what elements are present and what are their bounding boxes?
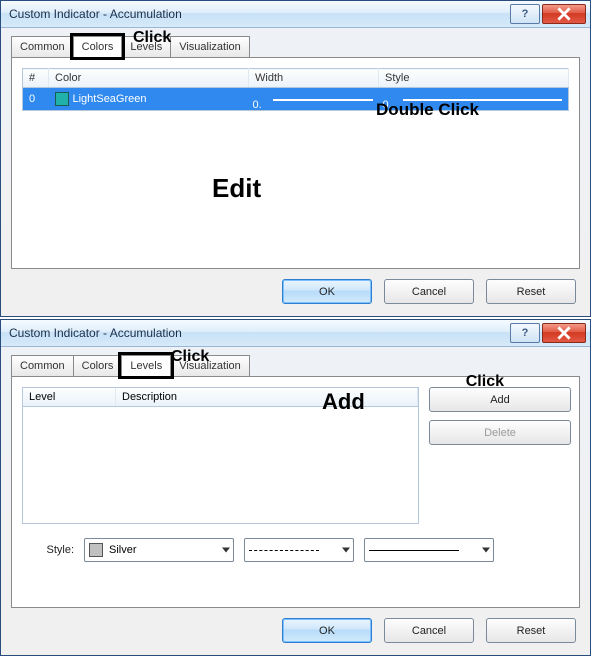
cell-width: 0. <box>249 88 379 111</box>
delete-button[interactable]: Delete <box>429 420 571 445</box>
side-buttons: Add Delete <box>429 387 569 524</box>
chevron-down-icon <box>342 548 350 553</box>
titlebar[interactable]: Custom Indicator - Accumulation ? <box>1 320 590 347</box>
cell-style: 0. <box>379 88 569 111</box>
dialog-levels: Custom Indicator - Accumulation ? Click … <box>0 319 591 656</box>
chevron-down-icon <box>482 548 490 553</box>
header-width: Width <box>249 69 379 88</box>
table-row[interactable]: 0 LightSeaGreen 0. 0. <box>23 88 569 111</box>
tab-colors[interactable]: Colors <box>73 355 123 376</box>
style-label: Style: <box>24 544 74 556</box>
tabstrip: Common Colors Levels Visualization <box>11 36 580 57</box>
list-header: Level Description <box>23 388 418 407</box>
dialog-colors: Custom Indicator - Accumulation ? Click … <box>0 0 591 317</box>
tab-common[interactable]: Common <box>11 355 74 376</box>
header-level: Level <box>23 388 116 406</box>
reset-button[interactable]: Reset <box>486 279 576 304</box>
style-color-combo[interactable]: Silver <box>84 538 234 562</box>
cancel-button[interactable]: Cancel <box>384 618 474 643</box>
table-header-row: # Color Width Style <box>23 69 569 88</box>
dash-preview-icon <box>249 550 319 551</box>
tab-levels[interactable]: Levels <box>121 355 171 376</box>
tab-common[interactable]: Common <box>11 36 74 57</box>
body: Common Colors Levels Visualization Click… <box>1 347 590 655</box>
colors-table[interactable]: # Color Width Style 0 LightSeaGreen 0. <box>22 68 569 111</box>
tabstrip: Common Colors Levels Visualization <box>11 355 580 376</box>
header-color: Color <box>49 69 249 88</box>
cell-index: 0 <box>23 88 49 111</box>
window-title: Custom Indicator - Accumulation <box>9 326 508 340</box>
cell-color: LightSeaGreen <box>49 88 249 111</box>
header-index: # <box>23 69 49 88</box>
cancel-button[interactable]: Cancel <box>384 279 474 304</box>
add-button[interactable]: Add <box>429 387 571 412</box>
help-button[interactable]: ? <box>510 4 540 24</box>
reset-button[interactable]: Reset <box>486 618 576 643</box>
close-icon <box>557 7 571 21</box>
button-row: OK Cancel Reset <box>11 269 580 306</box>
tab-visualization[interactable]: Visualization <box>170 36 250 57</box>
color-name: Silver <box>109 544 137 556</box>
ok-button[interactable]: OK <box>282 279 372 304</box>
titlebar[interactable]: Custom Indicator - Accumulation ? <box>1 1 590 28</box>
ok-button[interactable]: OK <box>282 618 372 643</box>
width-preview-icon <box>369 550 459 551</box>
tab-colors[interactable]: Colors <box>73 36 123 57</box>
tab-visualization[interactable]: Visualization <box>170 355 250 376</box>
colors-panel: # Color Width Style 0 LightSeaGreen 0. <box>11 57 580 269</box>
style-row: Style: Silver <box>22 538 569 562</box>
levels-panel: Click Add Level Description Add Delete S… <box>11 376 580 608</box>
button-row: OK Cancel Reset <box>11 608 580 645</box>
header-description: Description <box>116 388 418 406</box>
style-width-combo[interactable] <box>364 538 494 562</box>
style-dash-combo[interactable] <box>244 538 354 562</box>
close-button[interactable] <box>542 323 586 343</box>
tab-levels[interactable]: Levels <box>121 36 171 57</box>
body: Common Colors Levels Visualization # Col… <box>1 28 590 316</box>
chevron-down-icon <box>222 548 230 553</box>
window-title: Custom Indicator - Accumulation <box>9 7 508 21</box>
color-swatch-icon <box>89 543 103 557</box>
help-button[interactable]: ? <box>510 323 540 343</box>
close-icon <box>557 326 571 340</box>
color-swatch-icon <box>55 92 69 106</box>
close-button[interactable] <box>542 4 586 24</box>
levels-list[interactable]: Level Description <box>22 387 419 524</box>
header-style: Style <box>379 69 569 88</box>
